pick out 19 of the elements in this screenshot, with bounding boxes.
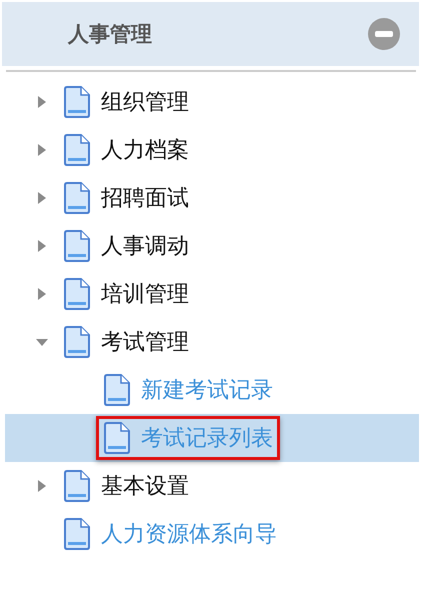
document-icon: [63, 278, 91, 310]
panel-title: 人事管理: [68, 21, 152, 48]
collapse-icon[interactable]: [367, 17, 401, 51]
tree-item[interactable]: 组织管理: [101, 87, 189, 117]
tree-item[interactable]: 考试管理: [101, 327, 189, 357]
document-icon: [63, 86, 91, 118]
tree-item[interactable]: 基本设置: [101, 471, 189, 501]
tree-item[interactable]: 培训管理: [101, 279, 189, 309]
document-icon: [103, 374, 131, 406]
document-icon: [63, 230, 91, 262]
tree-item[interactable]: 人事调动: [101, 231, 189, 261]
document-icon: [63, 134, 91, 166]
tree-item[interactable]: 招聘面试: [101, 183, 189, 213]
document-icon: [63, 518, 91, 550]
document-icon: [63, 326, 91, 358]
document-icon: [63, 182, 91, 214]
document-icon: [63, 470, 91, 502]
document-icon: [103, 422, 131, 454]
tree-item[interactable]: 人力档案: [101, 135, 189, 165]
